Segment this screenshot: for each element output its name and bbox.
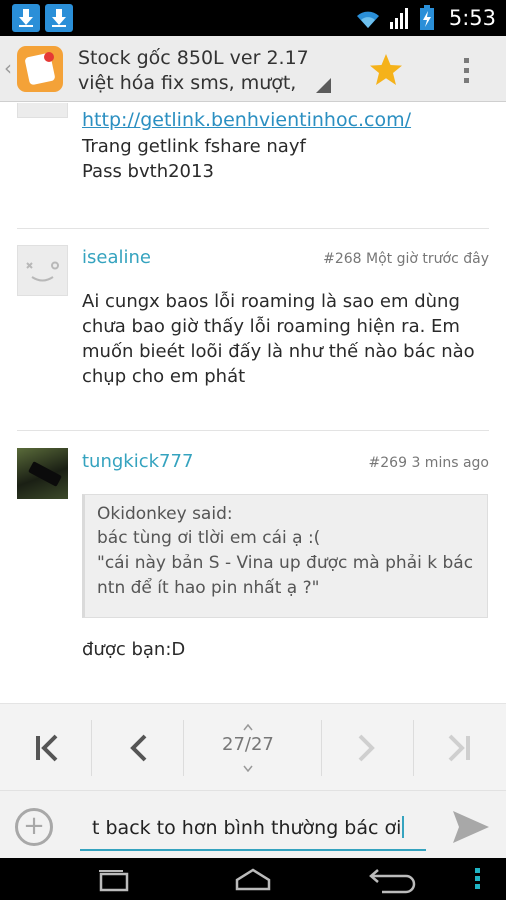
prev-page-icon (130, 734, 147, 762)
post-username[interactable]: tungkick777 (82, 451, 193, 472)
back-button[interactable] (368, 864, 418, 894)
dropdown-corner-icon[interactable] (316, 78, 331, 93)
send-icon (453, 811, 489, 843)
reply-input-value[interactable]: t back to hơn bình thường bác ơi (92, 817, 401, 839)
quote-author: Okidonkey said: (97, 504, 233, 524)
quote-line: ntn để ít hao pin nhất ạ ?" (97, 578, 320, 598)
last-page-icon (448, 734, 470, 762)
post-meta: #268 Một giờ trước đây (323, 251, 489, 267)
star-icon (370, 54, 402, 85)
system-nav-bar (0, 858, 506, 900)
post-body-line: Pass bvth2013 (82, 161, 214, 182)
thread-title-line2[interactable]: việt hóa fix sms, mượt, (78, 72, 296, 94)
post-number: #269 (368, 455, 407, 471)
next-page-icon (358, 734, 375, 762)
last-page-button[interactable] (438, 726, 484, 770)
signal-icon (389, 8, 408, 29)
page-indicator[interactable]: 27/27 (222, 734, 274, 755)
post-body-line: chưa bao giờ thấy lỗi roaming hiện ra. E… (82, 316, 460, 337)
default-smiley-avatar (26, 261, 59, 282)
add-icon[interactable]: + (15, 808, 53, 846)
quote-block: Okidonkey said: bác tùng ơi tlời em cái … (82, 494, 488, 618)
post-body: Ai cungx baos lỗi roaming là sao em dùng… (82, 289, 475, 389)
send-button[interactable] (451, 809, 491, 845)
wifi-icon (356, 11, 379, 28)
clock: 5:53 (448, 6, 496, 30)
post-number: #268 (323, 251, 362, 267)
status-bar: 5:53 (0, 0, 506, 36)
avatar[interactable] (17, 245, 68, 296)
first-page-icon (36, 734, 58, 762)
back-icon (369, 869, 416, 894)
thread-list: http://getlink.benhvientinhoc.com/ Trang… (0, 103, 506, 703)
home-button[interactable] (235, 864, 271, 894)
pager-divider (321, 720, 322, 776)
post-divider (17, 228, 489, 229)
post-meta: #269 3 mins ago (369, 455, 489, 471)
first-page-button[interactable] (22, 726, 68, 770)
overflow-menu-icon[interactable] (448, 50, 484, 90)
quote-line: bác tùng ơi tlời em cái ạ :( (97, 528, 321, 548)
post-reply: được bạn:D (82, 639, 186, 660)
download-icon (45, 4, 73, 32)
photo-avatar[interactable] (17, 448, 68, 499)
pager-divider (183, 720, 184, 776)
post-username[interactable]: isealine (82, 247, 151, 268)
post-body-line: chụp cho em phát (82, 366, 246, 387)
pager: 27/27 (0, 703, 506, 790)
reply-input[interactable]: t back to hơn bình thường bác ơi (80, 803, 426, 851)
quote-line: "cái này bản S - Vina up được mà phải k … (97, 553, 474, 573)
prev-page-button[interactable] (115, 726, 161, 770)
thread-title-line1[interactable]: Stock gốc 850L ver 2.17 (78, 47, 309, 69)
avatar (17, 103, 68, 118)
compose-bar: + t back to hơn bình thường bác ơi (0, 790, 506, 858)
post-time: 3 mins ago (411, 455, 489, 471)
pager-divider (413, 720, 414, 776)
up-caret-icon[interactable]: ‹ (4, 56, 12, 80)
next-page-button[interactable] (344, 726, 390, 770)
star-button[interactable] (364, 50, 408, 90)
app-icon[interactable] (17, 46, 63, 92)
post-body-line: Ai cungx baos lỗi roaming là sao em dùng (82, 291, 460, 312)
download-icon (12, 4, 40, 32)
text-cursor (402, 816, 405, 838)
post-body-line: Trang getlink fshare nayf (82, 136, 306, 157)
home-icon (235, 868, 271, 891)
menu-dots-icon[interactable] (474, 868, 482, 898)
pager-divider (91, 720, 92, 776)
post-link[interactable]: http://getlink.benhvientinhoc.com/ (82, 109, 411, 131)
recent-apps-icon (99, 870, 129, 892)
post-divider (17, 430, 489, 431)
recent-apps-button[interactable] (96, 864, 130, 894)
action-bar: ‹ Stock gốc 850L ver 2.17 việt hóa fix s… (0, 36, 506, 102)
post-body-line: muốn bieét loõi đấy là như thế nào bác n… (82, 341, 475, 362)
battery-charging-icon (419, 5, 434, 30)
post-time: Một giờ trước đây (366, 251, 489, 267)
